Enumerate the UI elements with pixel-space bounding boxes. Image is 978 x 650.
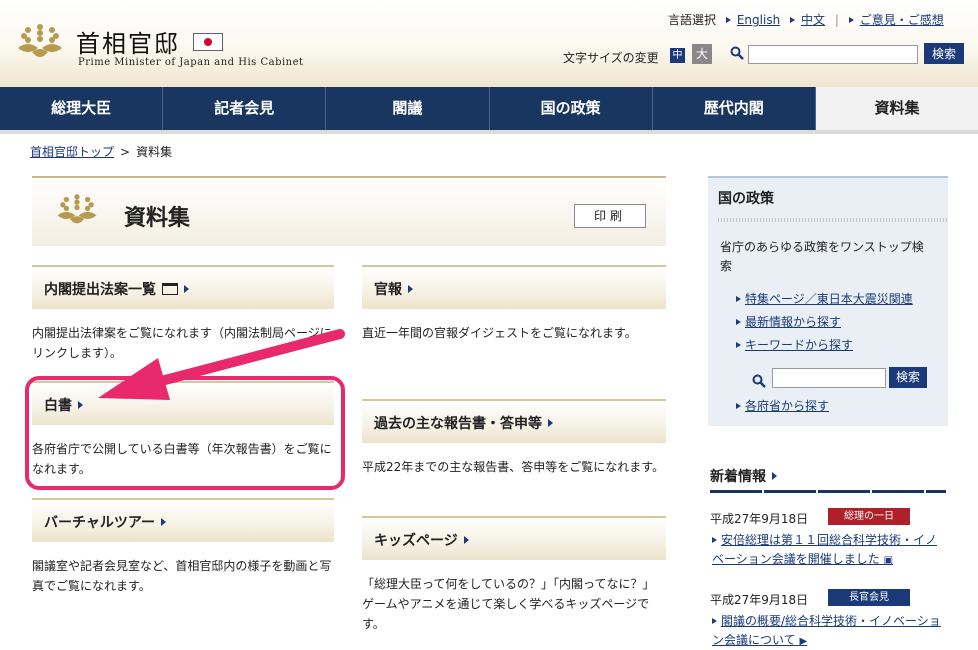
section-kids-desc: 「総理大臣って何をしているの？」「内閣ってなに？」ゲームやアニメを通じて楽しく学… (362, 577, 655, 631)
photo-icon: ▣ (883, 555, 894, 566)
sidebar-link-label: 最新情報から探す (745, 315, 842, 329)
font-size-large-button[interactable]: 大 (692, 44, 712, 64)
print-button[interactable]: 印刷 (574, 204, 646, 228)
nav-item-press-conference[interactable]: 記者会見 (163, 87, 327, 130)
feedback-link[interactable]: ご意見・ご感想 (860, 13, 944, 27)
japan-flag-icon (193, 33, 223, 51)
news-title[interactable]: 新着情報 (710, 466, 777, 486)
section-kids-header[interactable]: キッズページ (362, 516, 666, 560)
page-title: 資料集 (124, 206, 191, 231)
hatch-divider (718, 218, 948, 222)
news-divider (710, 490, 946, 493)
arrow-right-icon (772, 472, 777, 480)
language-chinese-link[interactable]: 中文 (801, 13, 825, 27)
triangle-icon (736, 319, 741, 325)
search-icon (752, 374, 766, 388)
sidebar-links: 特集ページ／東日本大震災関連 最新情報から探す キーワードから探す (736, 288, 913, 357)
external-window-icon (162, 283, 178, 295)
sidebar-link-label: キーワードから探す (745, 338, 854, 352)
news-link-label: 安倍総理は第１１回総合科学技術・イノベーション会議を開催しました (712, 533, 938, 566)
news-badge: 総理の一日 (828, 508, 910, 525)
triangle-icon (712, 618, 717, 624)
arrow-right-icon (408, 285, 413, 293)
section-gazette-title: 官報 (374, 282, 402, 298)
news-date: 平成27年9月18日 (710, 512, 809, 526)
section-virtual-tour-desc: 閣議室や記者会見室など、首相官邸内の様子を動画と写真でご覧になれます。 (32, 559, 332, 593)
news-link[interactable]: 安倍総理は第１１回総合科学技術・イノベーション会議を開催しました ▣ (712, 531, 944, 570)
divider: | (834, 13, 839, 27)
sidebar-link-latest[interactable]: 最新情報から探す (736, 311, 913, 334)
section-virtual-tour: バーチャルツアー 閣議室や記者会見室など、首相官邸内の様子を動画と写真でご覧にな… (32, 498, 334, 596)
news-title-label: 新着情報 (710, 469, 766, 485)
site-search-input[interactable] (748, 45, 918, 64)
section-reports-header[interactable]: 過去の主な報告書・答申等 (362, 399, 666, 443)
policy-sidebar: 国の政策 省庁のあらゆる政策をワンストップ検索 特集ページ／東日本大震災関連 最… (708, 176, 948, 426)
paulownia-emblem-icon (57, 194, 97, 224)
language-label: 言語選択 (668, 13, 717, 27)
font-size-medium-button[interactable]: 中 (670, 48, 685, 63)
triangle-icon (736, 296, 741, 302)
triangle-icon (736, 403, 741, 409)
triangle-icon (790, 17, 796, 23)
news-link[interactable]: 閣議の概要/総合科学技術・イノベーション会議について ▶ (712, 612, 944, 650)
breadcrumb-current: 資料集 (136, 145, 173, 159)
site-header: 首相官邸 Prime Minister of Japan and His Cab… (0, 0, 978, 87)
nav-divider (0, 130, 978, 134)
section-kids-title: キッズページ (374, 533, 458, 549)
nav-item-prime-minister[interactable]: 総理大臣 (0, 87, 164, 130)
section-virtual-tour-title: バーチャルツアー (44, 515, 156, 531)
arrow-right-icon (548, 419, 553, 427)
policy-search-input[interactable] (772, 368, 886, 388)
top-links: 言語選択 English 中文 | ご意見・ご感想 (668, 11, 950, 28)
section-bills: 内閣提出法案一覧 内閣提出法律案をご覧になれます（内閣法制局ページにリンクします… (32, 265, 334, 363)
sidebar-link-special[interactable]: 特集ページ／東日本大震災関連 (736, 288, 913, 311)
section-reports-title: 過去の主な報告書・答申等 (374, 416, 542, 432)
arrow-right-icon (463, 536, 469, 544)
font-size-label: 文字サイズの変更 (563, 51, 659, 65)
sidebar-title: 国の政策 (718, 191, 774, 207)
nav-item-past-cabinets[interactable]: 歴代内閣 (653, 87, 816, 130)
triangle-icon (725, 17, 731, 23)
nav-item-national-policy[interactable]: 国の政策 (490, 87, 653, 130)
policy-search-button[interactable]: 検索 (889, 367, 927, 388)
video-icon: ▶ (799, 636, 808, 647)
sidebar-link-label: 各府省から探す (745, 399, 830, 413)
news-date: 平成27年9月18日 (710, 593, 809, 607)
sidebar-link-ministries[interactable]: 各府省から探す (736, 397, 829, 414)
triangle-icon (736, 342, 741, 348)
section-gazette: 官報 直近一年間の官報ダイジェストをご覧になれます。 (362, 265, 666, 343)
section-gazette-desc: 直近一年間の官報ダイジェストをご覧になれます。 (362, 326, 637, 340)
site-search-button[interactable]: 検索 (924, 43, 964, 64)
sidebar-desc: 省庁のあらゆる政策をワンストップ検索 (720, 240, 924, 273)
triangle-icon (712, 537, 717, 543)
arrow-right-icon (161, 518, 167, 526)
section-kids: キッズページ 「総理大臣って何をしているの？」「内閣ってなに？」ゲームやアニメを… (362, 516, 666, 634)
arrow-right-icon (184, 285, 189, 293)
breadcrumb-home-link[interactable]: 首相官邸トップ (30, 145, 114, 159)
section-reports-desc: 平成22年までの主な報告書、答申等をご覧になれます。 (362, 460, 665, 474)
section-virtual-tour-header[interactable]: バーチャルツアー (32, 498, 334, 542)
sidebar-link-label: 特集ページ／東日本大震災関連 (745, 292, 913, 306)
site-title[interactable]: 首相官邸 (76, 24, 180, 59)
breadcrumb-separator: > (120, 145, 131, 159)
triangle-icon (848, 17, 854, 23)
section-bills-desc: 内閣提出法律案をご覧になれます（内閣法制局ページにリンクします）。 (32, 326, 332, 360)
section-reports: 過去の主な報告書・答申等 平成22年までの主な報告書、答申等をご覧になれます。 (362, 399, 666, 477)
nav-item-cabinet-meeting[interactable]: 閣議 (326, 87, 490, 130)
sidebar-link-keyword[interactable]: キーワードから探す (736, 334, 913, 357)
site-subtitle: Prime Minister of Japan and His Cabinet (78, 57, 304, 68)
page-title-panel: 資料集 印刷 (32, 176, 666, 246)
paulownia-emblem-icon (18, 24, 62, 57)
breadcrumb: 首相官邸トップ > 資料集 (30, 143, 172, 160)
news-badge: 長官会見 (828, 589, 910, 606)
annotation-highlight-box (25, 376, 345, 490)
section-bills-title: 内閣提出法案一覧 (44, 282, 156, 298)
nav-item-documents[interactable]: 資料集 (815, 87, 978, 130)
search-icon (730, 46, 744, 60)
news-link-label: 閣議の概要/総合科学技術・イノベーション会議について (712, 614, 941, 647)
section-bills-header[interactable]: 内閣提出法案一覧 (32, 265, 334, 309)
language-english-link[interactable]: English (737, 13, 780, 27)
section-gazette-header[interactable]: 官報 (362, 265, 666, 309)
main-nav: 総理大臣 記者会見 閣議 国の政策 歴代内閣 資料集 (0, 87, 978, 130)
